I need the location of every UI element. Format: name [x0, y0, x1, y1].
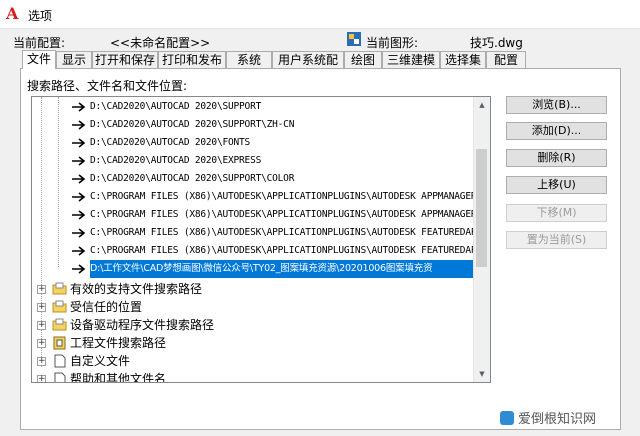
path-row-selected[interactable]: D:\工作文件\CAD梦想画图\微信公众号\TY02_图案填充资源\202010… — [32, 260, 474, 278]
browse-button[interactable]: 浏览(B)... — [506, 96, 607, 114]
tree-node-label: 有效的支持文件搜索路径 — [70, 282, 203, 296]
tree-node[interactable]: + 帮助和其他文件名 — [32, 370, 474, 383]
window-title: 选项 — [28, 9, 53, 23]
path-text: C:\PROGRAM FILES (X86)\AUTODESK\APPLICAT… — [90, 227, 482, 238]
tab-profiles[interactable]: 配置 — [486, 51, 526, 68]
tree-node[interactable]: + 工程文件搜索路径 — [32, 334, 474, 352]
watermark-logo-icon — [500, 411, 514, 425]
tree-node[interactable]: + 受信任的位置 — [32, 298, 474, 316]
path-row[interactable]: D:\CAD2020\AUTOCAD 2020\SUPPORT\COLOR — [32, 170, 474, 188]
arrow-right-icon — [72, 138, 86, 148]
path-row[interactable]: C:\PROGRAM FILES (X86)\AUTODESK\APPLICAT… — [32, 188, 477, 206]
tree-node-label: 帮助和其他文件名 — [70, 372, 167, 383]
current-drawing-value: 技巧.dwg — [470, 36, 523, 50]
arrow-right-icon — [72, 246, 86, 256]
path-row[interactable]: C:\PROGRAM FILES (X86)\AUTODESK\APPLICAT… — [32, 242, 482, 260]
path-text: D:\CAD2020\AUTOCAD 2020\SUPPORT — [90, 101, 262, 112]
tab-display[interactable]: 显示 — [56, 51, 92, 68]
path-text: D:\CAD2020\AUTOCAD 2020\EXPRESS — [90, 155, 262, 166]
folder-icon — [52, 282, 67, 295]
tab-files[interactable]: 文件 — [22, 50, 56, 69]
expand-plus-icon[interactable]: + — [37, 339, 46, 348]
path-text: D:\CAD2020\AUTOCAD 2020\SUPPORT\COLOR — [90, 173, 295, 184]
search-paths-label: 搜索路径、文件名和文件位置: — [27, 79, 188, 93]
file-tree[interactable]: D:\CAD2020\AUTOCAD 2020\SUPPORT D:\CAD20… — [31, 96, 491, 383]
current-drawing-label: 当前图形: — [366, 36, 419, 50]
path-text: C:\PROGRAM FILES (X86)\AUTODESK\APPLICAT… — [90, 245, 482, 256]
expand-plus-icon[interactable]: + — [37, 285, 46, 294]
path-row[interactable]: D:\CAD2020\AUTOCAD 2020\FONTS — [32, 134, 474, 152]
watermark: 爱倒根知识网 — [500, 408, 596, 427]
tree-node[interactable]: + 自定义文件 — [32, 352, 474, 370]
expand-plus-icon[interactable]: + — [37, 321, 46, 330]
arrow-right-icon — [72, 156, 86, 166]
tab-open-save[interactable]: 打开和保存 — [92, 51, 158, 68]
path-text: D:\CAD2020\AUTOCAD 2020\SUPPORT\ZH-CN — [90, 119, 295, 130]
path-row[interactable]: D:\CAD2020\AUTOCAD 2020\SUPPORT\ZH-CN — [32, 116, 474, 134]
expand-plus-icon[interactable]: + — [37, 375, 46, 382]
tab-drafting[interactable]: 绘图 — [344, 51, 382, 68]
scroll-down-icon[interactable]: ▼ — [474, 366, 490, 382]
tab-3d-modeling[interactable]: 三维建模 — [382, 51, 440, 68]
arrow-right-icon — [72, 120, 86, 130]
document-icon — [54, 372, 66, 382]
tree-node[interactable]: + 有效的支持文件搜索路径 — [32, 280, 474, 298]
move-down-button[interactable]: 下移(M) — [506, 204, 607, 222]
path-row[interactable]: D:\CAD2020\AUTOCAD 2020\SUPPORT — [32, 98, 474, 116]
folder-icon — [52, 318, 67, 331]
tree-node-label: 自定义文件 — [70, 354, 131, 368]
add-button[interactable]: 添加(D)... — [506, 122, 607, 140]
arrow-right-icon — [72, 174, 86, 184]
tree-node-label: 工程文件搜索路径 — [70, 336, 167, 350]
path-row[interactable]: D:\CAD2020\AUTOCAD 2020\EXPRESS — [32, 152, 474, 170]
current-config-label: 当前配置: — [13, 36, 66, 50]
scroll-up-icon[interactable]: ▲ — [474, 97, 490, 113]
tree-node-label: 受信任的位置 — [70, 300, 143, 314]
watermark-text: 爱倒根知识网 — [518, 412, 597, 427]
scroll-thumb[interactable] — [476, 149, 487, 267]
current-config-value: <<未命名配置>> — [110, 36, 211, 50]
arrow-right-icon — [72, 210, 86, 220]
document-icon — [54, 354, 66, 368]
project-folder-icon — [53, 336, 66, 350]
path-text: D:\CAD2020\AUTOCAD 2020\FONTS — [90, 137, 251, 148]
tree-node[interactable]: + 设备驱动程序文件搜索路径 — [32, 316, 474, 334]
move-up-button[interactable]: 上移(U) — [506, 176, 607, 194]
path-text-selected: D:\工作文件\CAD梦想画图\微信公众号\TY02_图案填充资源\202010… — [90, 260, 474, 278]
expand-plus-icon[interactable]: + — [37, 357, 46, 366]
path-row[interactable]: C:\PROGRAM FILES (X86)\AUTODESK\APPLICAT… — [32, 206, 477, 224]
tab-system[interactable]: 系统 — [226, 51, 272, 68]
arrow-right-icon — [72, 228, 86, 238]
path-text: C:\PROGRAM FILES (X86)\AUTODESK\APPLICAT… — [90, 191, 477, 202]
remove-button[interactable]: 删除(R) — [506, 149, 607, 167]
tab-user-preferences[interactable]: 用户系统配置 — [272, 51, 344, 84]
path-row[interactable]: C:\PROGRAM FILES (X86)\AUTODESK\APPLICAT… — [32, 224, 482, 242]
expand-plus-icon[interactable]: + — [37, 303, 46, 312]
drawing-icon — [347, 32, 361, 46]
autocad-app-icon: A — [6, 4, 19, 23]
folder-icon — [52, 300, 67, 313]
arrow-right-icon — [72, 264, 86, 274]
path-text: C:\PROGRAM FILES (X86)\AUTODESK\APPLICAT… — [90, 209, 477, 220]
files-panel: 搜索路径、文件名和文件位置: D:\CAD2020\AUTOCAD 2020\S… — [20, 68, 621, 430]
tab-plot-publish[interactable]: 打印和发布 — [158, 51, 226, 68]
title-bar: A 选项 — [0, 0, 640, 29]
tree-node-label: 设备驱动程序文件搜索路径 — [70, 318, 215, 332]
vertical-scrollbar[interactable]: ▲ ▼ — [473, 97, 490, 382]
arrow-right-icon — [72, 192, 86, 202]
set-current-button[interactable]: 置为当前(S) — [506, 231, 607, 249]
tab-selection[interactable]: 选择集 — [440, 51, 486, 68]
arrow-right-icon — [72, 102, 86, 112]
